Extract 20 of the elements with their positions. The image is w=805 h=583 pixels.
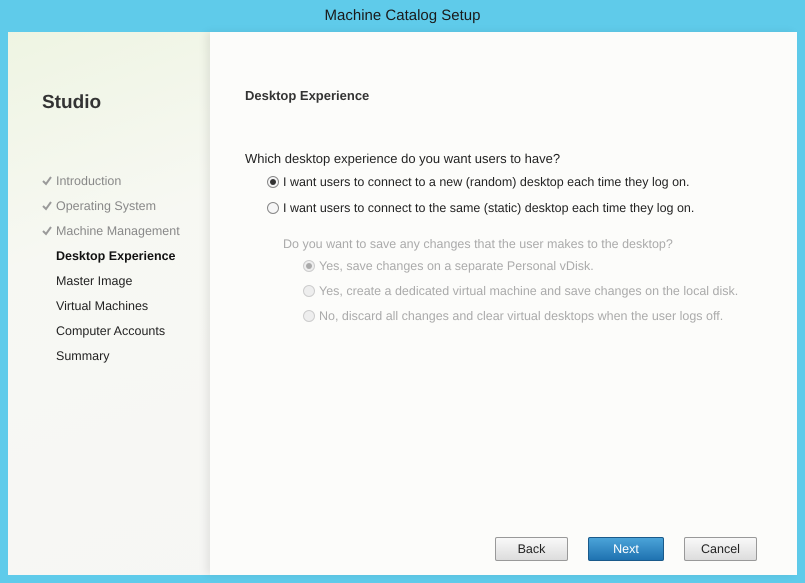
question-label: Which desktop experience do you want users to have? [245, 151, 562, 166]
brand-title: Studio [42, 92, 102, 115]
page-heading: Desktop Experience [245, 88, 370, 103]
wizard-step[interactable]: Master Image [56, 274, 132, 288]
window-title: Machine Catalog Setup [324, 6, 482, 26]
radio-label: Yes, save changes on a separate Personal vDisk. [319, 258, 594, 272]
radio-label: I want users to connect to the same (static) desktop each time they log on. [283, 200, 694, 214]
question-label: Do you want to save any changes that the user makes to the desktop? [283, 237, 674, 251]
wizard-step[interactable]: Summary [56, 348, 110, 362]
radio-label: Yes, create a dedicated virtual machine and save changes on the local disk. [319, 284, 738, 298]
radio-label: No, discard all changes and clear virtual desktops when the user logs off. [319, 308, 724, 322]
wizard-button[interactable]: Next [588, 537, 664, 561]
wizard-button[interactable]: Back [495, 537, 568, 561]
wizard-button[interactable]: Cancel [684, 537, 757, 561]
radio-label: I want users to connect to a new (random) desktop each time they log on. [283, 174, 690, 188]
wizard-step[interactable]: Desktop Experience [56, 248, 176, 262]
radio-button[interactable] [267, 202, 279, 214]
radio-button[interactable] [267, 176, 279, 188]
wizard-step[interactable]: Computer Accounts [56, 324, 166, 338]
wizard-step[interactable]: Virtual Machines [56, 298, 148, 312]
